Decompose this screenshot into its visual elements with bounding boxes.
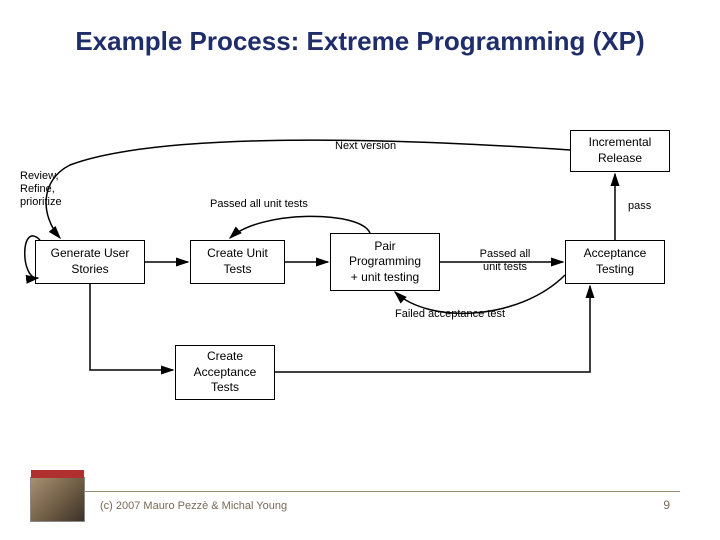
book-thumbnail	[30, 477, 85, 522]
page-number: 9	[663, 498, 670, 512]
footer-divider	[40, 491, 680, 492]
xp-process-diagram: Generate UserStories Create UnitTests Pa…	[0, 120, 720, 400]
copyright-text: (c) 2007 Mauro Pezzè & Michal Young	[100, 500, 287, 512]
diagram-arrows	[0, 120, 720, 400]
slide-title: Example Process: Extreme Programming (XP…	[0, 0, 720, 69]
